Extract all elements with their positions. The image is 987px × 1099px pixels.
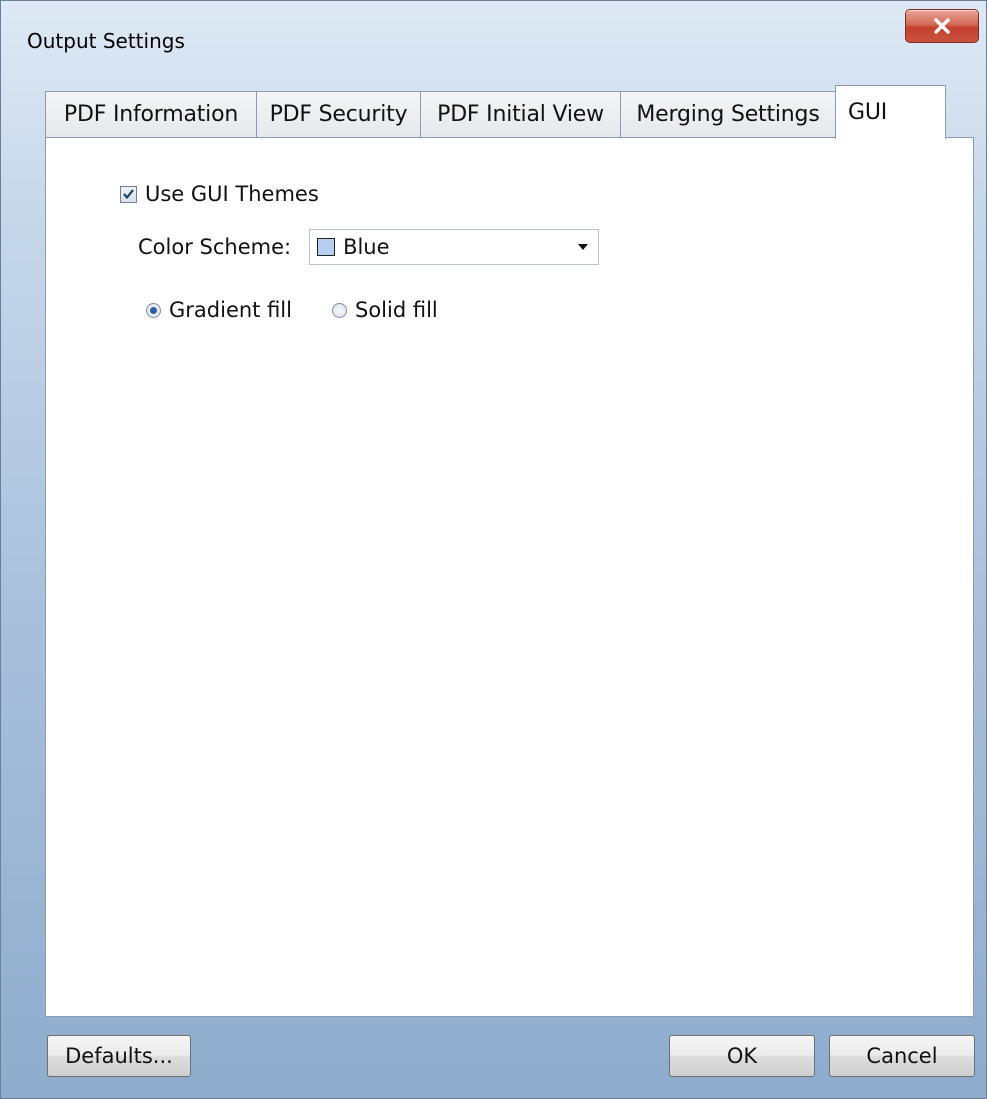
output-settings-dialog: Output Settings PDF Information PDF Secu… (0, 0, 987, 1099)
gradient-fill-label: Gradient fill (169, 298, 292, 322)
fill-style-group: Gradient fill Solid fill (146, 298, 438, 322)
window-title: Output Settings (27, 29, 185, 53)
color-scheme-dropdown[interactable]: Blue (309, 229, 600, 265)
color-scheme-row: Color Scheme: Blue (138, 229, 600, 265)
gradient-fill-radio[interactable] (146, 302, 161, 318)
color-swatch (317, 238, 336, 256)
cancel-button[interactable]: Cancel (829, 1035, 975, 1077)
tab-merging-settings[interactable]: Merging Settings (620, 91, 836, 137)
close-button[interactable] (905, 9, 979, 43)
radio-selected-dot (150, 306, 157, 314)
gradient-fill-option[interactable]: Gradient fill (146, 298, 292, 322)
solid-fill-label: Solid fill (354, 298, 438, 322)
use-gui-themes-checkbox[interactable] (120, 185, 137, 203)
use-gui-themes-option[interactable]: Use GUI Themes (120, 182, 319, 206)
title-bar: Output Settings (1, 1, 986, 81)
close-icon (934, 18, 950, 34)
defaults-button[interactable]: Defaults... (47, 1035, 191, 1077)
solid-fill-option[interactable]: Solid fill (331, 298, 438, 322)
tab-pdf-security[interactable]: PDF Security (256, 91, 421, 137)
chevron-down-icon (578, 244, 589, 250)
color-scheme-label: Color Scheme: (138, 235, 292, 259)
checkmark-icon (123, 189, 134, 199)
ok-button[interactable]: OK (669, 1035, 815, 1077)
tab-gui[interactable]: GUI (835, 85, 946, 139)
tab-pdf-information[interactable]: PDF Information (45, 91, 257, 137)
tab-pdf-initial-view[interactable]: PDF Initial View (420, 91, 621, 137)
solid-fill-radio[interactable] (331, 302, 347, 318)
use-gui-themes-label: Use GUI Themes (145, 182, 319, 206)
gui-tab-panel: Use GUI Themes Color Scheme: Blue Gradie… (45, 137, 974, 1017)
color-scheme-value: Blue (343, 235, 390, 259)
